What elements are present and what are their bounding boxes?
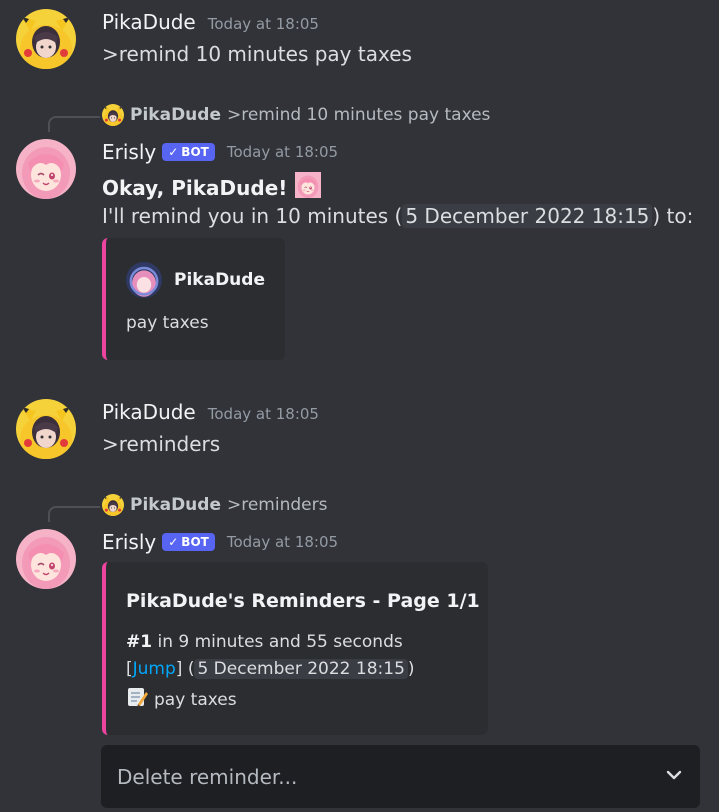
embed-author-name: PikaDude xyxy=(174,270,265,290)
pikadude-avatar[interactable] xyxy=(16,399,76,459)
message-header: Erisly ✓ BOT Today at 18:05 xyxy=(102,530,338,554)
timestamp: Today at 18:05 xyxy=(207,15,319,33)
embed-title: PikaDude's Reminders - Page 1/1 xyxy=(126,590,480,612)
reminder-jump-line: [Jump] (5 December 2022 18:15) xyxy=(126,659,415,679)
timestamp: Today at 18:05 xyxy=(226,143,339,161)
reminders-embed: PikaDude's Reminders - Page 1/1 #1 in 9 … xyxy=(102,562,488,735)
author-name[interactable]: Erisly xyxy=(102,530,156,554)
message-content: >reminders xyxy=(102,432,221,456)
bot-badge-label: BOT xyxy=(181,535,209,549)
bot-badge-label: BOT xyxy=(181,145,209,159)
delete-reminder-select[interactable]: Delete reminder... xyxy=(101,745,700,808)
pikadude-avatar[interactable] xyxy=(16,9,76,69)
pikadude-mini-avatar xyxy=(102,104,124,126)
memo-icon xyxy=(126,686,148,713)
bot-badge: ✓ BOT xyxy=(162,143,215,161)
message-header: PikaDude Today at 18:05 xyxy=(102,10,319,34)
author-name[interactable]: PikaDude xyxy=(102,10,196,34)
erisly-avatar[interactable] xyxy=(16,139,76,199)
timestamp: Today at 18:05 xyxy=(226,533,339,551)
select-placeholder: Delete reminder... xyxy=(117,764,298,789)
author-name[interactable]: Erisly xyxy=(102,140,156,164)
reply-connector xyxy=(48,116,100,132)
bracket-open: [ xyxy=(126,659,133,679)
reminder-item-line: #1 in 9 minutes and 55 seconds xyxy=(126,632,403,652)
message-line: I'll remind you in 10 minutes (5 Decembe… xyxy=(102,204,693,228)
chevron-down-icon xyxy=(664,765,684,789)
embed-author-avatar xyxy=(126,262,162,298)
greeting-text: Okay, PikaDude! xyxy=(102,175,288,200)
reminder-text: pay taxes xyxy=(154,689,237,710)
embed-author: PikaDude xyxy=(126,262,265,298)
reply-text: >remind 10 minutes pay taxes xyxy=(226,105,491,125)
jump-link[interactable]: Jump xyxy=(133,659,176,679)
reply-author: PikaDude xyxy=(130,495,221,515)
bot-badge: ✓ BOT xyxy=(162,533,215,551)
reminder-embed: PikaDude pay taxes xyxy=(102,238,285,360)
message-content: >remind 10 minutes pay taxes xyxy=(102,42,412,66)
bracket-close: ] ( xyxy=(175,659,195,679)
check-icon: ✓ xyxy=(168,535,179,549)
reply-author: PikaDude xyxy=(130,105,221,125)
timestamp: Today at 18:05 xyxy=(207,405,319,423)
paren-close: ) xyxy=(407,659,415,679)
reminder-countdown: in 9 minutes and 55 seconds xyxy=(152,632,403,652)
pikadude-mini-avatar xyxy=(102,494,124,516)
message-header: Erisly ✓ BOT Today at 18:05 xyxy=(102,140,338,164)
reply-preview[interactable]: PikaDude >remind 10 minutes pay taxes xyxy=(102,104,490,126)
reply-connector xyxy=(48,506,100,522)
message-line-bold: Okay, PikaDude! xyxy=(102,172,321,203)
embed-description: pay taxes xyxy=(126,313,209,333)
timestamp-chip[interactable]: 5 December 2022 18:15 xyxy=(402,204,653,228)
erisly-avatar[interactable] xyxy=(16,529,76,589)
timestamp-chip[interactable]: 5 December 2022 18:15 xyxy=(194,659,408,679)
reminder-text: I'll remind you in 10 minutes ( xyxy=(102,204,403,228)
reminder-text-line: pay taxes xyxy=(126,686,237,713)
message-header: PikaDude Today at 18:05 xyxy=(102,400,319,424)
reply-preview[interactable]: PikaDude >reminders xyxy=(102,494,327,516)
reply-text: >reminders xyxy=(226,495,328,515)
anime-emoji-icon xyxy=(295,172,321,203)
reminder-number: #1 xyxy=(126,632,153,652)
check-icon: ✓ xyxy=(168,145,179,159)
reminder-text-end: ) to: xyxy=(652,204,694,228)
author-name[interactable]: PikaDude xyxy=(102,400,196,424)
